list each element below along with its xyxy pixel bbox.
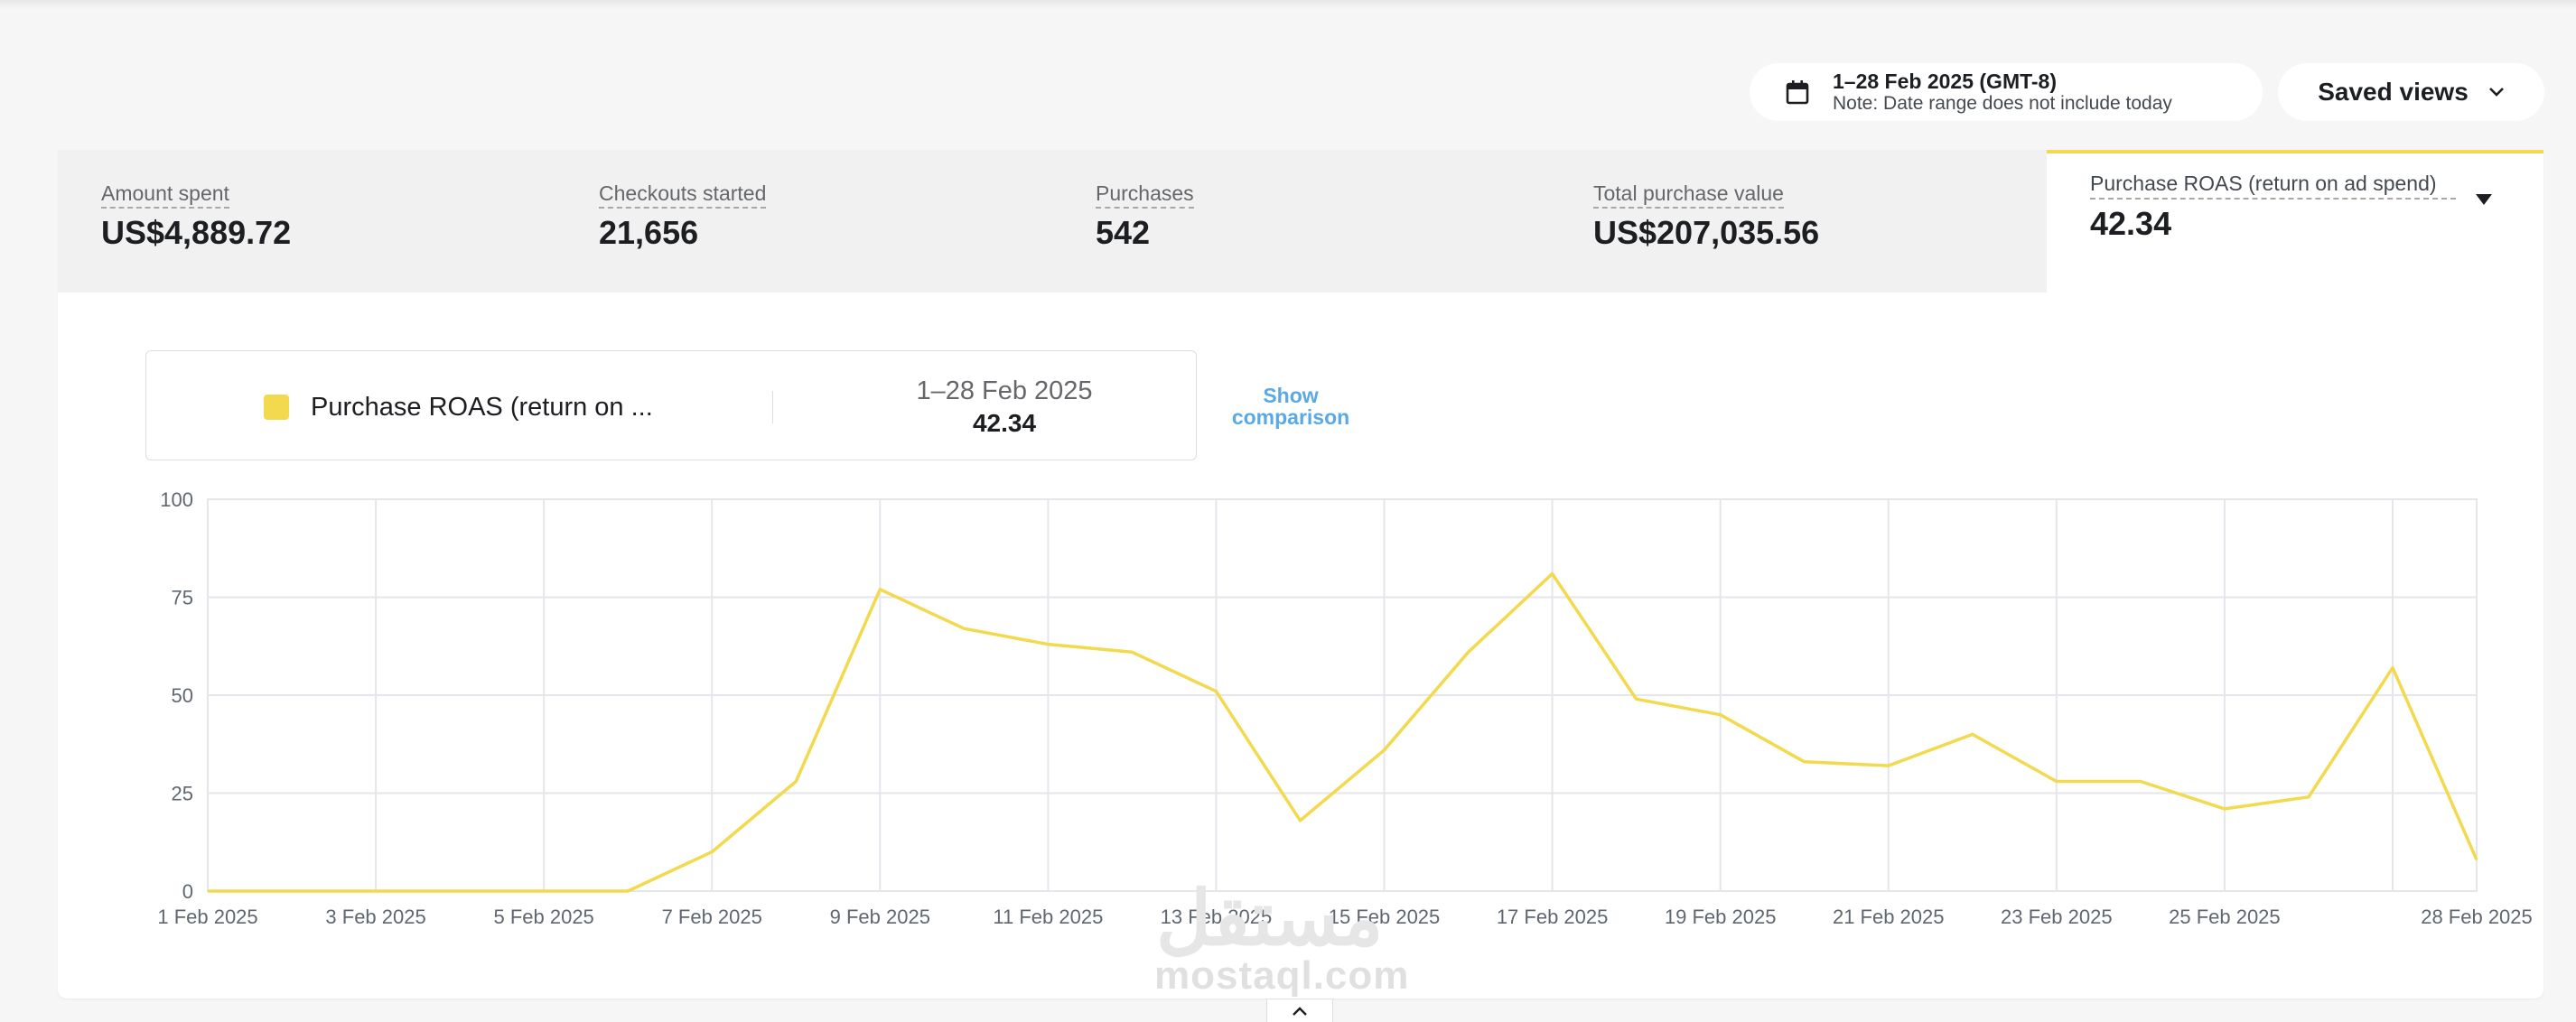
watermark-logo-text: مستقل: [1156, 876, 1384, 961]
x-tick-label: 11 Feb 2025: [993, 906, 1103, 928]
x-tick-label: 21 Feb 2025: [1833, 906, 1945, 928]
x-tick-label: 9 Feb 2025: [830, 906, 930, 928]
x-tick-label: 19 Feb 2025: [1665, 906, 1777, 928]
x-tick-label: 25 Feb 2025: [2169, 906, 2281, 928]
y-tick-label: 75: [172, 587, 193, 609]
x-tick-label: 23 Feb 2025: [2001, 906, 2113, 928]
x-tick-label: 3 Feb 2025: [325, 906, 425, 928]
roas-line-chart: 0 25 50 75 100 1 Feb 2025 3 Feb 2025 5 Feb 2025…: [157, 488, 2533, 928]
x-tick-label: 28 Feb 2025: [2421, 906, 2533, 928]
y-tick-label: 100: [160, 488, 193, 511]
x-tick-label: 1 Feb 2025: [157, 906, 257, 928]
watermark-url: mostaql.com: [1154, 953, 1410, 998]
y-tick-label: 25: [172, 783, 193, 805]
x-tick-label: 7 Feb 2025: [662, 906, 762, 928]
series-line: [208, 571, 2478, 893]
y-tick-label: 50: [172, 684, 193, 707]
collapse-tab[interactable]: [1266, 999, 1333, 1022]
chevron-up-icon: [1293, 1006, 1307, 1016]
x-tick-label: 5 Feb 2025: [493, 906, 593, 928]
y-tick-label: 0: [182, 880, 193, 903]
x-tick-label: 17 Feb 2025: [1497, 906, 1609, 928]
